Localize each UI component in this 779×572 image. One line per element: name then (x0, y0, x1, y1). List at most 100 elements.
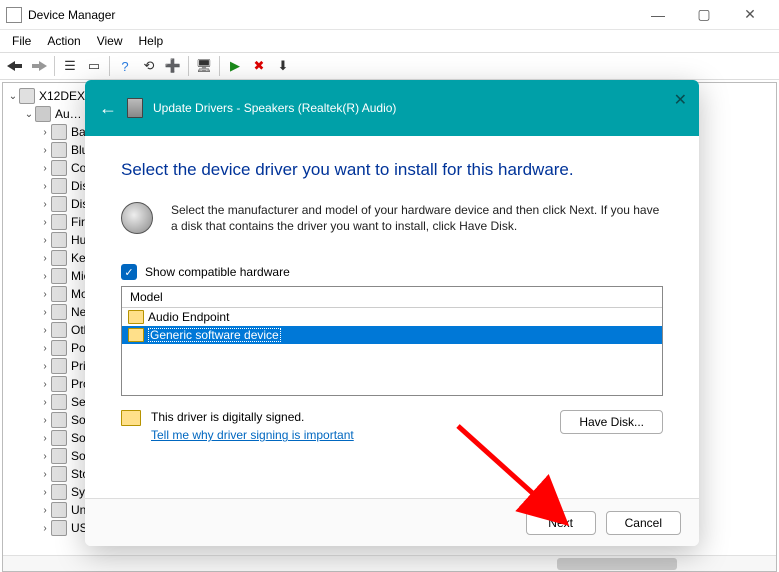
disable-device-icon[interactable]: ✖ (248, 55, 270, 77)
device-icon (51, 214, 67, 230)
wizard-back-button[interactable]: ← (99, 98, 117, 119)
cancel-button[interactable]: Cancel (606, 511, 681, 535)
window-title: Device Manager (28, 8, 115, 22)
model-column-header: Model (122, 287, 662, 308)
signed-driver-icon (128, 328, 144, 342)
menu-action[interactable]: Action (39, 32, 88, 50)
collapse-icon[interactable]: ⌄ (7, 91, 19, 102)
show-compatible-checkbox[interactable]: ✓ Show compatible hardware (121, 264, 663, 280)
expand-icon[interactable]: › (39, 451, 51, 462)
signed-text: This driver is digitally signed. (151, 410, 354, 424)
enable-device-icon[interactable]: ▶ (224, 55, 246, 77)
scrollbar-thumb[interactable] (557, 558, 677, 570)
expand-icon[interactable]: › (39, 145, 51, 156)
help-icon[interactable]: ? (114, 55, 136, 77)
collapse-icon[interactable]: ⌄ (23, 109, 35, 120)
expand-icon[interactable]: › (39, 415, 51, 426)
wizard-header: ← Update Drivers - Speakers (Realtek(R) … (85, 80, 699, 136)
expand-icon[interactable]: › (39, 271, 51, 282)
signed-driver-icon (128, 310, 144, 324)
wizard-heading: Select the device driver you want to ins… (121, 160, 663, 180)
device-icon (51, 322, 67, 338)
wizard-close-button[interactable]: ✕ (674, 90, 687, 110)
expand-icon[interactable]: › (39, 307, 51, 318)
menu-file[interactable]: File (4, 32, 39, 50)
device-icon (51, 268, 67, 284)
speaker-icon (35, 106, 51, 122)
instruction-row: Select the manufacturer and model of you… (121, 202, 663, 234)
device-icon (51, 466, 67, 482)
device-icon (51, 124, 67, 140)
next-button[interactable]: Next (526, 511, 596, 535)
wizard-title: Update Drivers - Speakers (Realtek(R) Au… (153, 101, 396, 115)
certificate-icon (121, 410, 141, 426)
wizard-footer: Next Cancel (85, 498, 699, 546)
expand-icon[interactable]: › (39, 163, 51, 174)
expand-icon[interactable]: › (39, 217, 51, 228)
nav-forward-button[interactable] (28, 55, 50, 77)
toolbar: ☰ ▭ ? ⟲ ➕ 🖥 ▶ ✖ ⬇ (0, 52, 779, 80)
signing-help-link[interactable]: Tell me why driver signing is important (151, 428, 354, 442)
have-disk-button[interactable]: Have Disk... (560, 410, 663, 434)
expand-icon[interactable]: › (39, 235, 51, 246)
expand-icon[interactable]: › (39, 397, 51, 408)
tree-item-label: Au… (55, 107, 82, 121)
close-button[interactable]: ✕ (727, 0, 773, 30)
model-row[interactable]: Generic software device (122, 326, 662, 344)
expand-icon[interactable]: › (39, 253, 51, 264)
device-icon (51, 520, 67, 536)
menubar: File Action View Help (0, 30, 779, 52)
device-icon (51, 394, 67, 410)
device-icon (51, 376, 67, 392)
maximize-button[interactable]: ▢ (681, 0, 727, 30)
expand-icon[interactable]: › (39, 433, 51, 444)
device-icon (51, 412, 67, 428)
expand-icon[interactable]: › (39, 343, 51, 354)
scan-icon[interactable]: ⟲ (138, 55, 160, 77)
instruction-text: Select the manufacturer and model of you… (171, 202, 663, 234)
add-legacy-icon[interactable]: ➕ (162, 55, 184, 77)
device-icon (51, 448, 67, 464)
model-row[interactable]: Audio Endpoint (122, 308, 662, 326)
expand-icon[interactable]: › (39, 379, 51, 390)
wizard-body: Select the device driver you want to ins… (85, 136, 699, 442)
expand-icon[interactable]: › (39, 361, 51, 372)
checkbox-label: Show compatible hardware (145, 265, 290, 279)
computer-icon (19, 88, 35, 104)
expand-icon[interactable]: › (39, 505, 51, 516)
expand-icon[interactable]: › (39, 325, 51, 336)
expand-icon[interactable]: › (39, 469, 51, 480)
minimize-button[interactable]: — (635, 0, 681, 30)
model-label: Generic software device (148, 328, 281, 342)
expand-icon[interactable]: › (39, 199, 51, 210)
model-label: Audio Endpoint (148, 310, 229, 324)
menu-help[interactable]: Help (131, 32, 172, 50)
expand-icon[interactable]: › (39, 289, 51, 300)
expand-icon[interactable]: › (39, 181, 51, 192)
device-icon (51, 250, 67, 266)
device-icon (51, 196, 67, 212)
device-icon (51, 142, 67, 158)
more-actions-icon[interactable]: ⬇ (272, 55, 294, 77)
disc-icon (121, 202, 153, 234)
menu-view[interactable]: View (89, 32, 131, 50)
device-icon (51, 160, 67, 176)
device-icon (51, 358, 67, 374)
app-icon (6, 7, 22, 23)
update-driver-icon[interactable]: 🖥 (193, 55, 215, 77)
device-icon (51, 286, 67, 302)
expand-icon[interactable]: › (39, 127, 51, 138)
expand-icon[interactable]: › (39, 487, 51, 498)
signing-row: This driver is digitally signed. Tell me… (121, 410, 663, 442)
expand-icon[interactable]: › (39, 523, 51, 534)
driver-icon (127, 98, 143, 118)
nav-back-button[interactable] (4, 55, 26, 77)
horizontal-scrollbar[interactable] (3, 555, 776, 571)
device-icon (51, 178, 67, 194)
device-icon (51, 340, 67, 356)
checkbox-icon: ✓ (121, 264, 137, 280)
model-listbox[interactable]: Model Audio Endpoint Generic software dev… (121, 286, 663, 396)
device-icon (51, 430, 67, 446)
properties-icon[interactable]: ▭ (83, 55, 105, 77)
view-list-icon[interactable]: ☰ (59, 55, 81, 77)
